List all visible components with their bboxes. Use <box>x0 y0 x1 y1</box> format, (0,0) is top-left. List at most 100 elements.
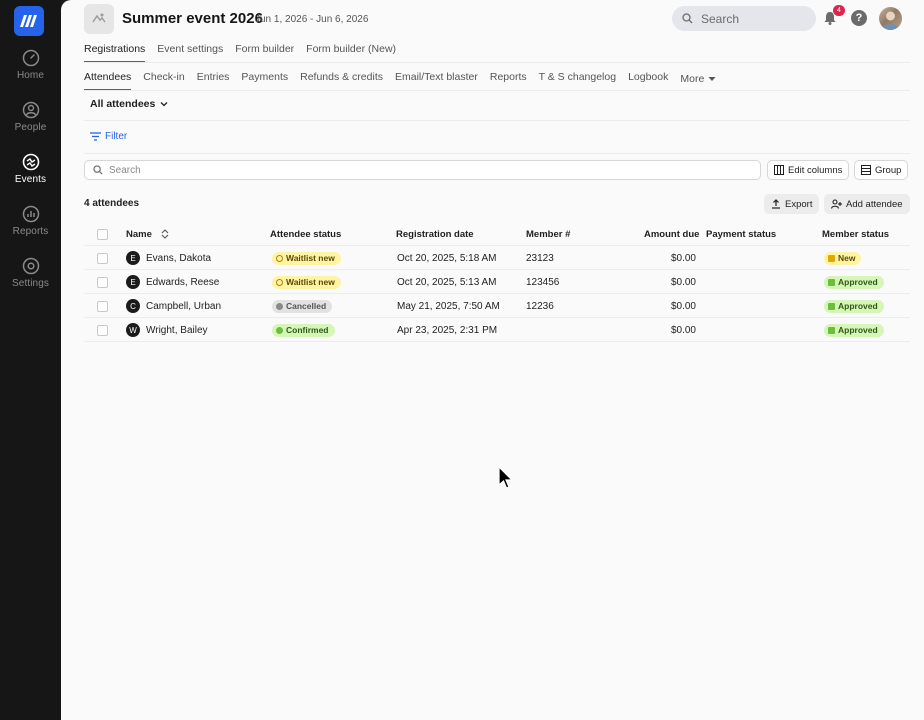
sidebar-item-events[interactable]: Events <box>0 153 61 201</box>
tab-registrations[interactable]: Registrations <box>84 43 146 63</box>
table-body: E Evans, Dakota Waitlist new Oct 20, 202… <box>84 246 910 342</box>
secondary-tabs: Attendees Check-in Entries Payments Refu… <box>84 71 716 91</box>
column-header-member-status[interactable]: Member status <box>822 222 889 246</box>
sort-icon[interactable] <box>161 229 169 239</box>
sidebar: Home People Events Reports Settings <box>0 0 61 720</box>
edit-columns-button[interactable]: Edit columns <box>767 160 850 180</box>
row-checkbox[interactable] <box>97 324 108 336</box>
chevron-down-icon <box>160 102 168 107</box>
add-person-icon <box>831 199 842 209</box>
tab-form-builder-new[interactable]: Form builder (New) <box>306 43 396 63</box>
attendee-name-cell[interactable]: E Edwards, Reese <box>126 270 219 294</box>
add-attendee-button[interactable]: Add attendee <box>824 194 910 214</box>
attendee-status-label: Cancelled <box>286 301 327 311</box>
row-checkbox[interactable] <box>97 300 108 312</box>
attendee-name: Evans, Dakota <box>146 252 212 264</box>
amount-due: $0.00 <box>670 324 696 336</box>
member-status-badge: New <box>824 251 862 265</box>
export-button[interactable]: Export <box>764 194 820 214</box>
member-status-icon <box>828 254 835 262</box>
attendee-status-badge: Waitlist new <box>272 275 341 289</box>
member-status-icon <box>828 302 835 310</box>
member-status-label: Approved <box>838 277 878 287</box>
tab-reports[interactable]: Reports <box>490 71 527 91</box>
member-status-icon <box>828 326 835 334</box>
member-status-badge: Approved <box>824 323 884 337</box>
sidebar-item-label: People <box>14 122 47 133</box>
tab-logbook[interactable]: Logbook <box>628 71 668 91</box>
row-checkbox[interactable] <box>97 252 108 264</box>
column-header-payment-status[interactable]: Payment status <box>706 222 776 246</box>
attendee-status-badge: Waitlist new <box>272 251 341 265</box>
event-thumbnail[interactable] <box>84 4 114 34</box>
table-row[interactable]: E Evans, Dakota Waitlist new Oct 20, 202… <box>84 246 910 270</box>
table-header: Name Attendee status Registration date M… <box>84 222 910 246</box>
divider <box>84 90 910 91</box>
sidebar-item-people[interactable]: People <box>0 101 61 149</box>
tab-check-in[interactable]: Check-in <box>143 71 184 91</box>
attendee-name: Campbell, Urban <box>146 300 222 312</box>
attendee-count: 4 attendees <box>84 198 140 209</box>
event-header: Summer event 2026 Jun 1, 2026 - Jun 6, 2… <box>61 0 924 38</box>
sidebar-item-label: Home <box>16 70 45 81</box>
column-header-name[interactable]: Name <box>126 222 169 246</box>
member-status-badge: Approved <box>824 299 884 313</box>
sidebar-item-settings[interactable]: Settings <box>0 257 61 305</box>
sidebar-item-reports[interactable]: Reports <box>0 205 61 253</box>
group-label: Group <box>875 164 902 176</box>
registration-date: Oct 20, 2025, 5:13 AM <box>397 276 497 288</box>
help-icon[interactable]: ? <box>851 10 867 26</box>
sidebar-item-home[interactable]: Home <box>0 49 61 97</box>
table-row[interactable]: C Campbell, Urban Cancelled May 21, 2025… <box>84 294 910 318</box>
select-all-checkbox[interactable] <box>97 228 108 240</box>
view-select-label: All attendees <box>90 98 156 110</box>
group-icon <box>861 165 871 175</box>
tab-email-text-blaster[interactable]: Email/Text blaster <box>395 71 478 91</box>
member-status-icon <box>828 278 835 286</box>
tab-entries[interactable]: Entries <box>197 71 230 91</box>
row-checkbox[interactable] <box>97 276 108 288</box>
attendee-name-cell[interactable]: C Campbell, Urban <box>126 294 221 318</box>
app-logo[interactable] <box>14 6 44 36</box>
column-header-attendee-status[interactable]: Attendee status <box>270 222 341 246</box>
tab-attendees[interactable]: Attendees <box>84 71 132 91</box>
filter-button[interactable]: Filter <box>90 131 127 142</box>
export-icon <box>772 199 780 209</box>
divider <box>84 153 910 154</box>
confirmed-icon <box>276 326 283 334</box>
view-select-dropdown[interactable]: All attendees <box>90 98 168 110</box>
group-button[interactable]: Group <box>854 160 909 180</box>
member-number: 23123 <box>526 252 554 264</box>
search-icon <box>682 13 693 24</box>
table-row[interactable]: E Edwards, Reese Waitlist new Oct 20, 20… <box>84 270 910 294</box>
edit-columns-label: Edit columns <box>788 164 843 176</box>
primary-tabs: Registrations Event settings Form builde… <box>84 43 396 63</box>
global-search-input[interactable]: Search <box>672 6 816 31</box>
attendee-name-cell[interactable]: W Wright, Bailey <box>126 318 208 342</box>
column-header-member-number[interactable]: Member # <box>526 222 570 246</box>
event-dates: Jun 1, 2026 - Jun 6, 2026 <box>255 14 369 25</box>
amount-due: $0.00 <box>670 300 696 312</box>
member-status-label: Approved <box>838 301 878 311</box>
global-search-placeholder: Search <box>701 11 740 26</box>
member-number: 123456 <box>526 276 560 288</box>
member-status-label: Approved <box>838 325 878 335</box>
column-header-registration-date[interactable]: Registration date <box>396 222 474 246</box>
table-row[interactable]: W Wright, Bailey Confirmed Apr 23, 2025,… <box>84 318 910 342</box>
attendee-name-cell[interactable]: E Evans, Dakota <box>126 246 211 270</box>
tab-more[interactable]: More <box>680 71 716 91</box>
tab-event-settings[interactable]: Event settings <box>157 43 223 63</box>
tab-payments[interactable]: Payments <box>241 71 288 91</box>
column-header-amount-due[interactable]: Amount due <box>644 222 699 246</box>
add-attendee-label: Add attendee <box>846 198 903 210</box>
tab-form-builder[interactable]: Form builder <box>235 43 294 63</box>
avatar: E <box>126 251 140 265</box>
tab-ts-changelog[interactable]: T & S changelog <box>539 71 616 91</box>
attendees-table: Name Attendee status Registration date M… <box>84 222 910 342</box>
avatar[interactable] <box>879 7 902 30</box>
events-icon <box>22 153 39 171</box>
sidebar-item-label: Settings <box>12 278 49 289</box>
attendee-search-input[interactable]: Search <box>84 160 761 180</box>
person-icon <box>22 101 39 119</box>
tab-refunds-credits[interactable]: Refunds & credits <box>300 71 383 91</box>
